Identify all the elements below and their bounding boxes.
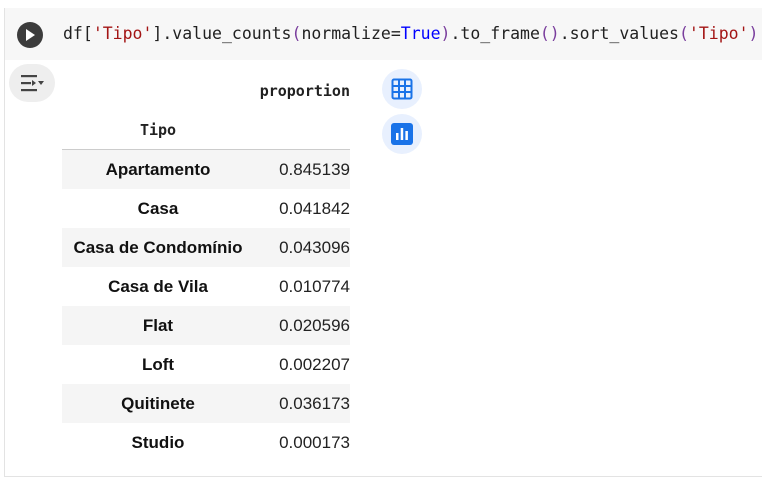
output-options-icon xyxy=(21,75,44,92)
column-header-proportion: proportion xyxy=(259,82,350,100)
code-open-paren-2: ( xyxy=(678,24,689,43)
suggest-charts-button[interactable] xyxy=(382,114,422,154)
code-method-chain-1: ].value_counts xyxy=(152,24,292,43)
table-row: Casa 0.041842 xyxy=(62,189,350,228)
row-label: Apartamento xyxy=(105,159,211,179)
row-value: 0.002207 xyxy=(279,354,350,374)
row-label: Flat xyxy=(142,315,174,335)
row-value: 0.020596 xyxy=(279,315,350,335)
code-arg-tipo-2: 'Tipo' xyxy=(688,24,749,43)
table-row: Apartamento 0.845139 xyxy=(62,149,350,189)
row-label: Casa de Vila xyxy=(108,276,208,296)
code-input-area[interactable]: df['Tipo'].value_counts(normalize=True).… xyxy=(5,8,762,60)
row-label: Loft xyxy=(141,354,175,374)
table-icon xyxy=(391,78,413,100)
code-text[interactable]: df['Tipo'].value_counts(normalize=True).… xyxy=(63,24,758,43)
index-name-header: Tipo xyxy=(62,110,350,150)
row-value: 0.043096 xyxy=(279,237,350,257)
row-label: Quitinete xyxy=(121,393,195,413)
row-label: Casa xyxy=(137,198,179,218)
output-options-button[interactable] xyxy=(9,64,55,102)
run-cell-button[interactable] xyxy=(17,22,43,48)
table-row: Flat 0.020596 xyxy=(62,306,350,345)
code-true-keyword: True xyxy=(400,24,441,43)
table-row: Studio 0.000173 xyxy=(62,423,350,462)
row-value: 0.010774 xyxy=(279,276,350,296)
row-value: 0.000173 xyxy=(279,432,350,452)
table-row: Loft 0.002207 xyxy=(62,345,350,384)
table-row: Casa de Vila 0.010774 xyxy=(62,267,350,306)
play-icon xyxy=(26,29,35,41)
row-label: Studio xyxy=(131,432,185,452)
table-row: Quitinete 0.036173 xyxy=(62,384,350,423)
index-header-blank xyxy=(62,72,254,110)
row-value: 0.036173 xyxy=(279,393,350,413)
code-open-paren-1: ( xyxy=(291,24,302,43)
row-label: Casa de Condomínio xyxy=(73,237,243,257)
code-close-paren-2: ) xyxy=(748,24,759,43)
code-prefix: df[ xyxy=(63,24,93,43)
code-arg-tipo: 'Tipo' xyxy=(92,24,153,43)
index-name-label: Tipo xyxy=(139,120,177,139)
code-method-chain-3: .sort_values xyxy=(559,24,679,43)
notebook-cell: df['Tipo'].value_counts(normalize=True).… xyxy=(4,8,762,477)
code-close-paren-1: ) xyxy=(440,24,451,43)
bar-chart-icon xyxy=(391,123,413,145)
table-row: Casa de Condomínio 0.043096 xyxy=(62,228,350,267)
code-method-chain-2: .to_frame xyxy=(450,24,540,43)
dataframe-output: proportion Tipo Apartamento 0.845139 Cas… xyxy=(62,72,350,462)
convert-to-interactive-table-button[interactable] xyxy=(382,69,422,109)
row-value: 0.041842 xyxy=(279,198,350,218)
code-empty-parens: () xyxy=(539,24,560,43)
code-kwarg: normalize= xyxy=(301,24,401,43)
row-value: 0.845139 xyxy=(279,159,350,179)
